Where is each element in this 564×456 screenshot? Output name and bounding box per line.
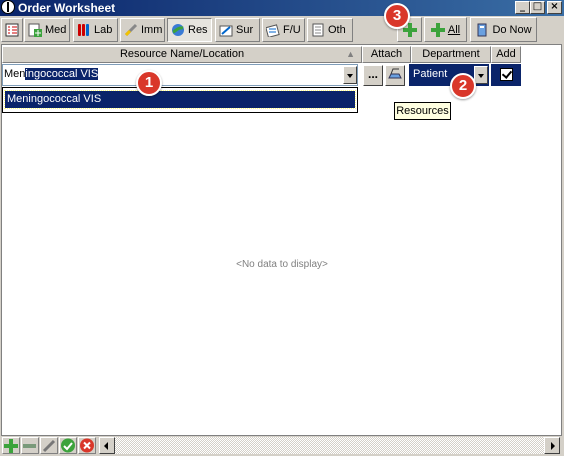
callout-badge-2: 2 (450, 73, 476, 99)
minus-icon (23, 444, 36, 448)
callout-badge-3: 3 (384, 3, 410, 29)
do-now-icon (475, 23, 489, 37)
tab-res-label: Res (188, 24, 208, 36)
empty-grid-message: <No data to display> (236, 259, 328, 270)
tab-med-label: Med (45, 24, 67, 36)
dropdown-item[interactable]: Meningococcal VIS (4, 90, 356, 109)
edit-row-button[interactable] (40, 437, 58, 454)
sort-icon: ▲ (346, 49, 355, 59)
minimize-button[interactable]: _ (515, 1, 530, 14)
follow-up-icon (265, 23, 280, 38)
department-column-header[interactable]: Department (411, 46, 491, 63)
resource-input-text[interactable]: Meningococcal VIS (4, 67, 99, 81)
save-row-button[interactable] (59, 437, 77, 454)
medication-icon (28, 23, 42, 37)
scroll-left-button[interactable] (99, 437, 115, 454)
close-button[interactable]: × (547, 1, 562, 14)
autocomplete-selection: ingococcal VIS (25, 68, 99, 80)
resources-icon (171, 23, 185, 37)
tab-lab-label: Lab (94, 24, 113, 36)
test-tubes-icon (77, 23, 91, 37)
tab-imm-label: Imm (141, 24, 163, 36)
attach-browse-button[interactable]: ... (363, 65, 383, 86)
department-dropdown-button[interactable] (474, 66, 488, 84)
plus-icon (430, 22, 445, 37)
maximize-button[interactable]: □ (530, 1, 545, 14)
tab-oth[interactable]: Oth (307, 18, 353, 42)
app-icon (1, 0, 15, 14)
tab-med[interactable]: Med (24, 18, 70, 42)
add-row-button[interactable] (2, 437, 20, 454)
do-now-label: Do Now (492, 23, 532, 36)
attach-column-header[interactable]: Attach (362, 46, 411, 63)
horizontal-scrollbar[interactable] (99, 437, 560, 454)
chevron-right-icon (551, 442, 555, 450)
checkmark-icon (61, 438, 75, 453)
tab-imm[interactable]: Imm (120, 18, 165, 42)
cancel-icon (80, 438, 94, 453)
cancel-row-button[interactable] (78, 437, 96, 454)
add-column-header[interactable]: Add (491, 46, 521, 63)
plus-icon (4, 439, 18, 453)
tab-fu[interactable]: F/U (262, 18, 305, 42)
scroll-right-button[interactable] (544, 437, 560, 454)
attach-scan-button[interactable] (385, 65, 405, 86)
callout-badge-1: 1 (136, 70, 162, 96)
typed-text: Men (4, 68, 26, 80)
tab-res[interactable]: Res (167, 18, 212, 42)
surgery-icon (219, 23, 233, 37)
resource-header-label: Resource Name/Location (119, 48, 245, 60)
syringe-icon (124, 23, 138, 37)
do-now-button[interactable]: Do Now (470, 17, 537, 42)
pencil-icon (42, 439, 56, 453)
resource-dropdown-button[interactable] (343, 66, 357, 84)
tab-sur-label: Sur (236, 24, 254, 36)
add-all-label: All (447, 23, 461, 36)
tab-fu-label: F/U (283, 24, 301, 36)
other-icon (311, 23, 325, 37)
scanner-icon (388, 68, 402, 79)
remove-row-button[interactable] (21, 437, 39, 454)
tooltip: Resources (394, 102, 451, 120)
tab-sur[interactable]: Sur (215, 18, 260, 42)
window-title: Order Worksheet (18, 1, 116, 15)
add-all-button[interactable]: All (424, 17, 467, 42)
checklist-icon (5, 23, 19, 37)
tab-oth-label: Oth (328, 24, 346, 36)
tab-lab[interactable]: Lab (73, 18, 118, 42)
resource-column-header[interactable]: Resource Name/Location ▲ (2, 46, 362, 63)
chevron-left-icon (104, 442, 108, 450)
tab-checklist[interactable] (1, 18, 23, 42)
add-checkbox[interactable] (500, 68, 513, 81)
